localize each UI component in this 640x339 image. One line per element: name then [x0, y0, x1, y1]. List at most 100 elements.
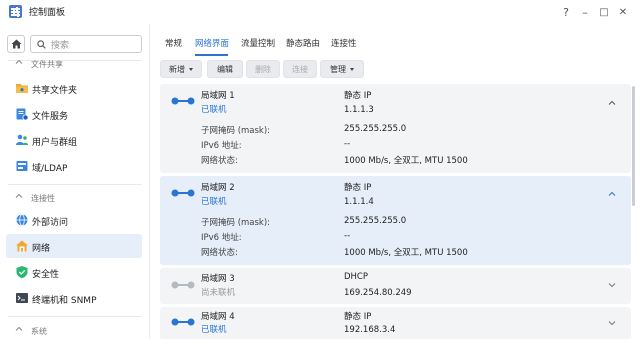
sidebar: 搜索 文件共享 共享文件夹 文件服务 用户与群组 域/LDAP 连接性 外部访问… — [0, 24, 150, 339]
section-file-sharing[interactable]: 文件共享 — [0, 56, 150, 72]
interface-mode: 静态 IP — [344, 183, 372, 193]
sidebar-item-security[interactable]: 安全性 — [6, 260, 142, 284]
sidebar-item-label: 网络 — [32, 244, 51, 254]
sidebar-item-label: 安全性 — [32, 270, 60, 280]
interface-status: 已联机 — [201, 105, 227, 115]
manage-button-label: 管理 — [330, 64, 346, 74]
interface-status: 已联机 — [201, 325, 227, 335]
external-access-icon — [16, 214, 28, 226]
section-system[interactable]: 系统 — [0, 323, 150, 339]
detail-value: 1000 Mb/s, 全双工, MTU 1500 — [344, 248, 468, 258]
sidebar-item-label: 终端机和 SNMP — [32, 296, 97, 306]
domain-ldap-icon — [16, 161, 28, 171]
sidebar-item-external-access[interactable]: 外部访问 — [6, 208, 142, 232]
tab-network-interface[interactable]: 网络界面 — [195, 37, 229, 49]
tab-bar: 常规 网络界面 流量控制 静态路由 连接性 — [150, 24, 640, 58]
close-button[interactable]: ✕ — [615, 4, 631, 20]
search-placeholder: 搜索 — [51, 40, 70, 51]
search-input[interactable]: 搜索 — [30, 35, 142, 53]
minimize-button[interactable]: – — [577, 4, 593, 20]
window-title: 控制面板 — [29, 8, 66, 18]
sidebar-item-shared-folder[interactable]: 共享文件夹 — [6, 76, 142, 100]
manage-button[interactable]: 管理 — [320, 60, 364, 78]
detail-value: 255.255.255.0 — [344, 216, 407, 226]
interface-ip: 169.254.80.249 — [344, 288, 412, 298]
sidebar-item-label: 文件服务 — [32, 112, 69, 122]
users-groups-icon — [16, 134, 28, 145]
section-label: 系统 — [31, 327, 47, 336]
caret-down-icon — [189, 67, 193, 71]
section-label: 连接性 — [31, 194, 55, 203]
interface-name: 局域网 2 — [201, 183, 235, 193]
detail-value: -- — [344, 139, 351, 149]
create-button-label: 新增 — [169, 64, 185, 74]
network-connected-icon — [171, 97, 195, 105]
chevron-up-icon — [15, 193, 23, 198]
interface-mode: DHCP — [344, 272, 368, 282]
detail-label: IPv6 地址: — [201, 141, 242, 151]
interface-status: 尚未联机 — [201, 288, 236, 298]
chevron-up-icon[interactable] — [607, 189, 617, 199]
sidebar-item-network[interactable]: 网络 — [6, 234, 142, 258]
detail-label: 子网掩码 (mask): — [201, 126, 271, 136]
detail-value: 255.255.255.0 — [344, 124, 407, 134]
detail-label: 子网掩码 (mask): — [201, 218, 271, 228]
edit-button[interactable]: 编辑 — [207, 60, 243, 78]
interface-ip: 1.1.1.3 — [344, 105, 374, 115]
network-disconnected-icon — [171, 281, 195, 289]
help-button[interactable]: ? — [558, 4, 574, 20]
create-button[interactable]: 新增 — [160, 60, 202, 78]
home-icon — [11, 39, 21, 49]
sidebar-item-label: 共享文件夹 — [32, 86, 78, 96]
sidebar-item-label: 用户与群组 — [32, 138, 78, 148]
search-icon — [37, 39, 46, 49]
caret-down-icon — [350, 67, 354, 71]
section-connectivity[interactable]: 连接性 — [0, 190, 150, 206]
chevron-up-icon — [15, 326, 23, 331]
detail-value: 1000 Mb/s, 全双工, MTU 1500 — [344, 156, 468, 166]
terminal-icon — [16, 293, 28, 303]
home-button[interactable] — [7, 35, 25, 53]
detail-label: IPv6 地址: — [201, 233, 242, 243]
interface-mode: 静态 IP — [344, 312, 372, 322]
tab-static-route[interactable]: 静态路由 — [286, 37, 320, 49]
sidebar-item-terminal-snmp[interactable]: 终端机和 SNMP — [6, 286, 142, 310]
tab-connectivity[interactable]: 连接性 — [331, 37, 357, 49]
tab-general[interactable]: 常规 — [165, 37, 182, 49]
interface-card-lan1[interactable]: 局域网 1 已联机 静态 IP 1.1.1.3 子网掩码 (mask): 255… — [160, 84, 631, 173]
chevron-up-icon[interactable] — [607, 98, 617, 108]
scrollbar[interactable] — [632, 86, 635, 206]
interface-card-lan4[interactable]: 局域网 4 已联机 静态 IP 192.168.3.4 — [160, 307, 631, 339]
shield-icon — [16, 266, 28, 279]
interface-card-lan2[interactable]: 局域网 2 已联机 静态 IP 1.1.1.4 子网掩码 (mask): 255… — [160, 176, 631, 265]
interface-name: 局域网 1 — [201, 91, 235, 101]
connect-button[interactable]: 连接 — [283, 60, 317, 78]
interface-name: 局域网 4 — [201, 312, 235, 322]
sidebar-item-domain-ldap[interactable]: 域/LDAP — [6, 154, 142, 178]
detail-label: 网络状态: — [201, 248, 238, 258]
network-connected-icon — [171, 189, 195, 197]
divider — [8, 316, 142, 317]
title-bar: 控制面板 ? – □ ✕ — [0, 0, 640, 24]
section-label: 文件共享 — [31, 60, 63, 69]
chevron-down-icon[interactable] — [607, 280, 617, 290]
file-services-icon — [16, 108, 29, 121]
interface-status: 已联机 — [201, 197, 227, 207]
sidebar-item-users-groups[interactable]: 用户与群组 — [6, 128, 142, 152]
chevron-down-icon[interactable] — [607, 318, 617, 328]
delete-button[interactable]: 删除 — [246, 60, 280, 78]
maximize-button[interactable]: □ — [596, 4, 612, 20]
sidebar-item-file-services[interactable]: 文件服务 — [6, 102, 142, 126]
interface-card-lan3[interactable]: 局域网 3 尚未联机 DHCP 169.254.80.249 — [160, 268, 631, 304]
detail-label: 网络状态: — [201, 156, 238, 166]
divider — [8, 184, 142, 185]
sidebar-item-label: 域/LDAP — [32, 164, 68, 174]
chevron-up-icon — [15, 59, 23, 64]
active-tab-indicator — [195, 54, 228, 56]
network-connected-icon — [171, 318, 195, 326]
interface-name: 局域网 3 — [201, 274, 235, 284]
sidebar-item-label: 外部访问 — [32, 218, 69, 228]
tab-traffic-control[interactable]: 流量控制 — [241, 37, 275, 49]
shared-folder-icon — [16, 84, 28, 93]
interface-mode: 静态 IP — [344, 91, 372, 101]
